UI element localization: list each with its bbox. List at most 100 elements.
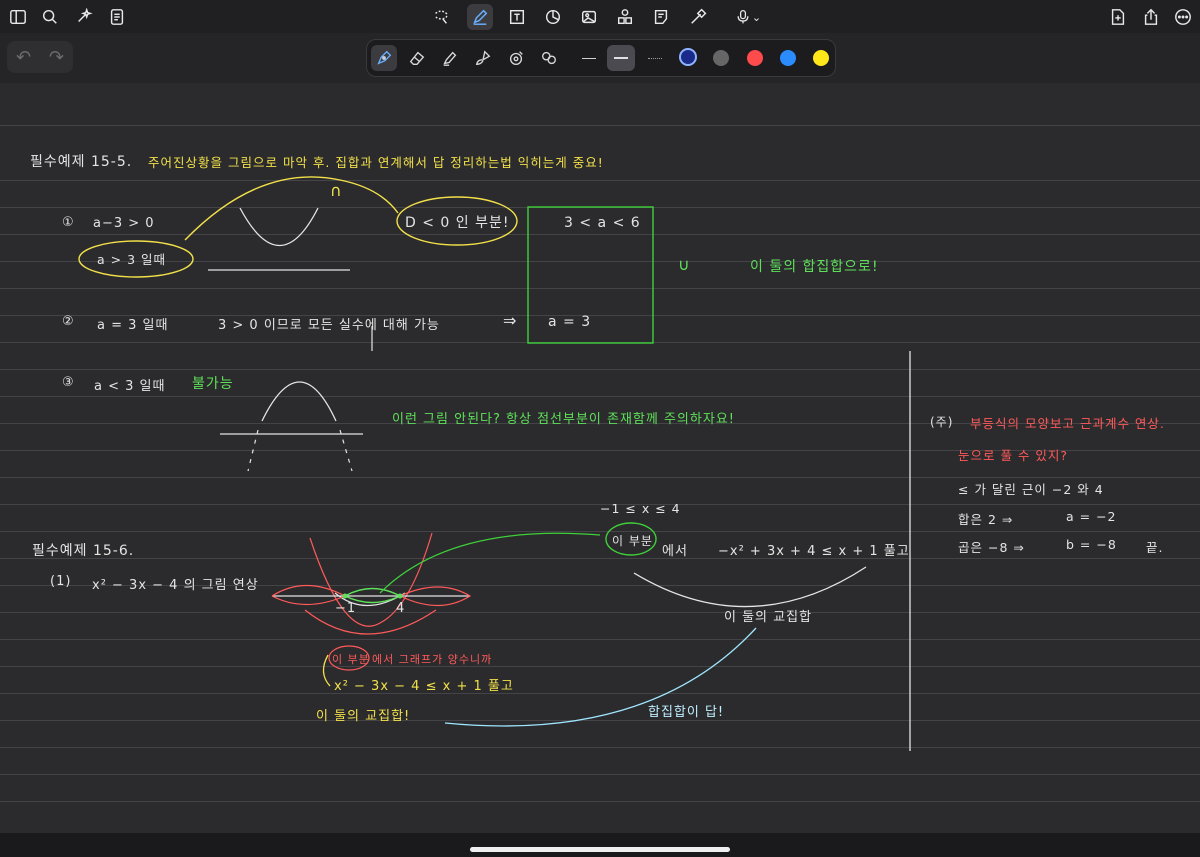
case1-when: a > 3 일때 xyxy=(97,252,167,267)
ruled-line xyxy=(0,342,1200,343)
sticky-note-icon[interactable] xyxy=(648,4,674,30)
microphone-caret-icon: ⌄ xyxy=(751,10,762,24)
case2-number: ② xyxy=(62,314,75,329)
side-note-5-end: 끝. xyxy=(1146,540,1164,555)
pen-toolbar-row: ↶ ↷ xyxy=(0,33,1200,83)
color-dark-blue[interactable] xyxy=(679,48,697,66)
left-intersection: 이 둘의 교집합! xyxy=(316,709,411,724)
fountain-pen-icon[interactable] xyxy=(371,45,397,71)
example-title-15-6: 필수예제 15-6. xyxy=(32,543,135,559)
box-top-range: 3 < a < 6 xyxy=(564,215,641,231)
ruled-line xyxy=(0,774,1200,775)
case2-text: 3 > 0 이므로 모든 실수에 대해 가능 xyxy=(218,318,440,333)
ruled-line xyxy=(0,369,1200,370)
ruled-line xyxy=(0,396,1200,397)
laser-pointer-icon[interactable] xyxy=(685,4,711,30)
undo-icon[interactable]: ↶ xyxy=(16,47,31,68)
shape-recognition-icon[interactable] xyxy=(503,45,529,71)
side-note-5-result: b = −8 xyxy=(1066,537,1117,552)
ruled-line xyxy=(0,693,1200,694)
ruled-line xyxy=(0,180,1200,181)
ruled-line xyxy=(0,531,1200,532)
part1-text: x² − 3x − 4 의 그림 연상 xyxy=(92,578,259,593)
lasso-select-icon[interactable] xyxy=(536,45,562,71)
axis-minus-one: −1 xyxy=(335,601,357,616)
ruled-line xyxy=(0,639,1200,640)
box-bottom-value: a = 3 xyxy=(548,314,592,330)
color-red[interactable] xyxy=(747,50,763,66)
case2-arrow: ⇒ xyxy=(503,311,518,330)
right-intersection: 이 둘의 교집합 xyxy=(724,610,813,625)
ruled-line xyxy=(0,612,1200,613)
example-title-15-5: 필수예제 15-5. xyxy=(30,154,133,170)
side-note-4-result: a = −2 xyxy=(1066,509,1117,524)
pen-tray xyxy=(366,39,836,77)
left-inequality: x² − 3x − 4 ≤ x + 1 풀고 xyxy=(334,679,514,694)
medium-line-option[interactable] xyxy=(607,45,635,71)
document-list-icon[interactable] xyxy=(104,4,130,30)
dotted-line-option[interactable] xyxy=(641,45,669,71)
undo-redo-group: ↶ ↷ xyxy=(7,41,73,73)
ruled-line xyxy=(0,720,1200,721)
sidebar-toggle-icon[interactable] xyxy=(5,4,31,30)
side-note-2: 눈으로 풀 수 있지? xyxy=(958,448,1069,463)
red-note: 에서 그래프가 양수니까 xyxy=(372,653,493,666)
right-inequality: −x² + 3x + 4 ≤ x + 1 풀고 xyxy=(718,544,910,559)
axis-four: 4 xyxy=(396,601,406,616)
ai-sparkle-icon[interactable] xyxy=(71,4,97,30)
text-box-icon[interactable] xyxy=(504,4,530,30)
ruled-line xyxy=(0,234,1200,235)
ruled-line xyxy=(0,666,1200,667)
ruled-line xyxy=(0,315,1200,316)
cap-mark: ∩ xyxy=(330,181,343,200)
bottom-bar xyxy=(0,833,1200,857)
microphone-icon[interactable]: ⌄ xyxy=(730,4,766,30)
brush-icon[interactable] xyxy=(470,45,496,71)
this-part-suffix: 에서 xyxy=(662,544,688,559)
case1-number: ① xyxy=(62,215,75,230)
share-icon[interactable] xyxy=(1138,4,1164,30)
note-canvas[interactable]: 필수예제 15-5. 주어진상황을 그림으로 마악 후. 집합과 연계해서 답 … xyxy=(0,83,1200,833)
search-icon[interactable] xyxy=(37,4,63,30)
lasso-icon[interactable] xyxy=(428,4,454,30)
ruled-line xyxy=(0,801,1200,802)
case2-when: a = 3 일때 xyxy=(97,318,169,333)
redo-icon[interactable]: ↷ xyxy=(49,47,64,68)
home-indicator[interactable] xyxy=(470,847,730,852)
ruled-line xyxy=(0,477,1200,478)
side-note-3: ≤ 가 달린 근이 −2 와 4 xyxy=(958,482,1104,497)
top-toolbar: ⌄ xyxy=(0,0,1200,33)
case3-when: a < 3 일때 xyxy=(94,379,166,394)
eraser-icon[interactable] xyxy=(404,45,430,71)
shapes-icon[interactable] xyxy=(540,4,566,30)
part1-number: (1) xyxy=(50,574,72,589)
thin-line-option[interactable] xyxy=(575,45,603,71)
elements-icon[interactable] xyxy=(612,4,638,30)
side-note-1: 부등식의 모양보고 근과계수 연상. xyxy=(970,416,1165,431)
case3-note: 이런 그림 안된다? 항상 점선부분이 존재함께 주의하자요! xyxy=(392,412,735,427)
add-page-icon[interactable] xyxy=(1105,4,1131,30)
side-note-4: 합은 2 ⇒ xyxy=(958,512,1014,527)
case1-condition: a−3 > 0 xyxy=(93,216,155,231)
ruled-line xyxy=(0,207,1200,208)
ruled-line xyxy=(0,747,1200,748)
case1-discriminant: D < 0 인 부분! xyxy=(405,215,510,231)
side-note-5: 곱은 −8 ⇒ xyxy=(958,540,1025,555)
union-note: 이 둘의 합집합으로! xyxy=(750,259,879,275)
side-mark: (주) xyxy=(930,415,954,429)
image-icon[interactable] xyxy=(576,4,602,30)
range-label: −1 ≤ x ≤ 4 xyxy=(600,501,681,516)
color-blue[interactable] xyxy=(780,50,796,66)
red-circled-part: 이 부분 xyxy=(332,653,370,666)
union-answer: 합집합이 답! xyxy=(648,705,725,720)
color-yellow[interactable] xyxy=(813,50,829,66)
union-symbol: ∪ xyxy=(678,255,691,274)
color-gray[interactable] xyxy=(713,50,729,66)
ruled-line xyxy=(0,261,1200,262)
ruled-line xyxy=(0,558,1200,559)
case3-number: ③ xyxy=(62,375,75,390)
highlighter-icon[interactable] xyxy=(437,45,463,71)
more-options-icon[interactable] xyxy=(1170,4,1196,30)
case3-impossible: 불가능 xyxy=(192,376,234,392)
pen-tool-icon[interactable] xyxy=(467,4,493,30)
